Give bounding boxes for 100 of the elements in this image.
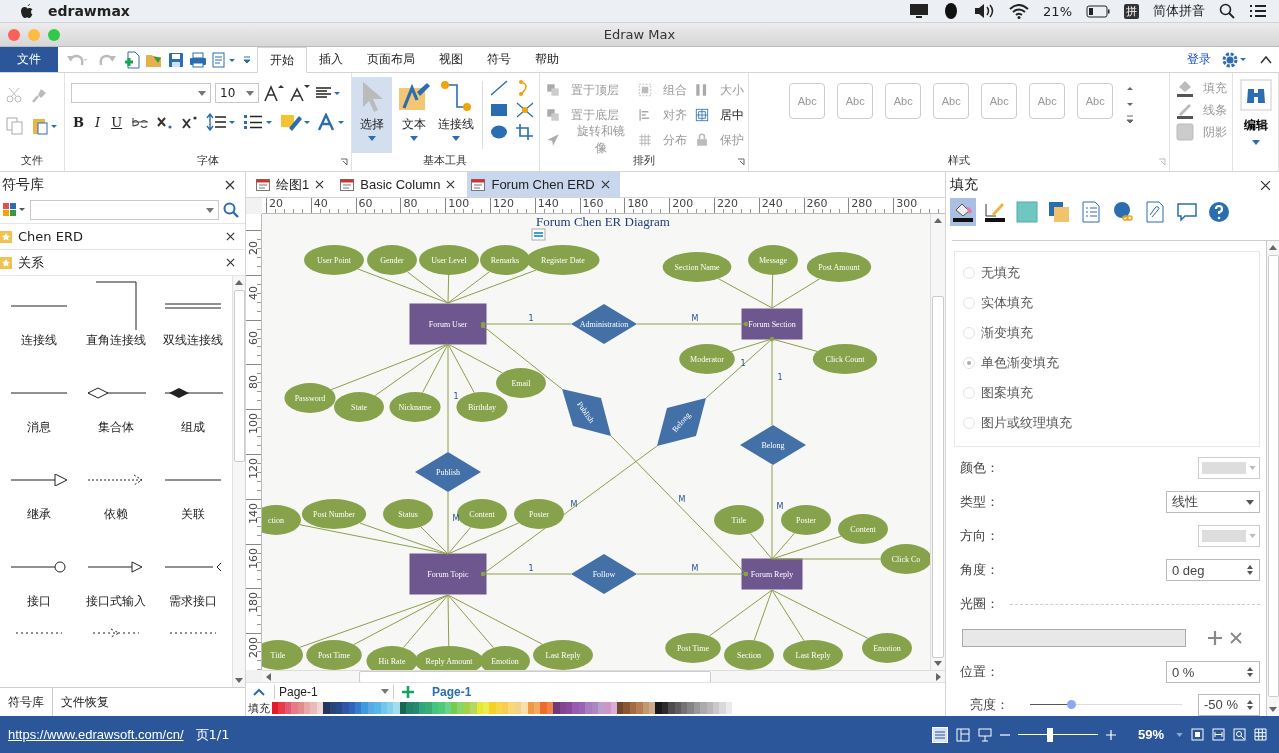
edit-button[interactable]: 编辑 (1239, 77, 1272, 171)
dropdown-value: 线性 (1172, 493, 1198, 511)
tool-label: 文本 (401, 116, 426, 133)
button-label: 居中 (720, 106, 745, 124)
relationship-shape[interactable]: Follow (571, 554, 637, 594)
field-label: 颜色： (960, 459, 1000, 477)
fill-option[interactable]: 图案填充 (963, 378, 1251, 408)
diagram-title[interactable]: Forum Chen ER Diagram (536, 214, 670, 229)
button-label: 置于底层 (570, 106, 619, 124)
fill-option[interactable]: 图片或纹理填充 (963, 408, 1251, 438)
library-shape[interactable]: 关联 (154, 454, 232, 538)
ribbon-tab[interactable]: 符号 (475, 47, 523, 72)
ribbon-tab[interactable]: 插入 (307, 47, 355, 72)
library-shape[interactable]: 消息 (0, 367, 78, 451)
ribbon-tab[interactable]: 页面布局 (355, 47, 427, 72)
arrange-button[interactable]: 居中 (693, 104, 745, 126)
fill-option[interactable]: 渐变填充 (963, 318, 1251, 348)
library-shape[interactable]: 连接线 (0, 280, 78, 364)
tab-label: Forum Chen ERD (491, 177, 595, 192)
panel-title: 填充 (950, 176, 978, 194)
library-shape[interactable]: 需求接口 (154, 541, 232, 625)
button-label: 旋转和镜像 (575, 123, 626, 157)
button-label: 线条 (1202, 101, 1227, 119)
tool-button[interactable]: 连接线 (435, 77, 476, 153)
fill-option[interactable]: 单色渐变填充 (963, 348, 1251, 378)
document-tab[interactable]: 绘图1 (252, 172, 335, 197)
cardinality-label[interactable]: 1 (453, 392, 459, 401)
library-shape[interactable]: 直角连接线 (77, 280, 155, 364)
option-label: 无填充 (981, 264, 1020, 282)
shape-label: 接口式输入 (86, 593, 146, 610)
library-shape[interactable]: 依赖 (77, 454, 155, 538)
library-shape[interactable]: 双线连接线 (154, 280, 232, 364)
field-value: 0 deg (1172, 562, 1205, 578)
font-size-value: 10 (220, 86, 236, 100)
fill-option[interactable]: 实体填充 (963, 288, 1251, 318)
input-method-icon[interactable]: 拼 (1124, 3, 1139, 19)
tool-label: 连接线 (437, 116, 474, 133)
field-value: 0 % (1172, 664, 1195, 680)
page-indicator: 页1/1 (195, 725, 230, 744)
page-tab[interactable]: Page-1 (422, 684, 482, 699)
spin-field[interactable]: 0 deg (1166, 559, 1260, 581)
ribbon-tab[interactable]: 视图 (427, 47, 475, 72)
shape-label: 消息 (26, 419, 51, 436)
ribbon-tab[interactable]: 帮助 (523, 47, 571, 72)
shape-label: 直角连接线 (86, 332, 146, 349)
app-name[interactable]: edrawmax (48, 3, 130, 19)
horizontal-ruler: 20 40 60 80 100 120 140 160 180 200 220 240 260 280 300 (262, 198, 945, 214)
field-label: 角度： (960, 561, 1000, 579)
tool-button[interactable]: 选择 (351, 77, 392, 153)
relationship-shape[interactable]: Publish (415, 452, 481, 492)
website-link[interactable]: https://www.edrawsoft.com/cn/ (8, 727, 184, 742)
document-tab[interactable]: Forum Chen ERD (467, 172, 620, 197)
cardinality-label[interactable]: M (570, 500, 578, 509)
relationship-shape[interactable]: Belong (740, 425, 806, 465)
option-label: 单色渐变填充 (981, 354, 1059, 372)
library-category[interactable]: Chen ERD (18, 229, 220, 244)
input-method[interactable]: 简体拼音 (1153, 2, 1205, 20)
entity-shape[interactable]: Forum Topic (409, 553, 487, 595)
library-category[interactable]: 关系 (18, 253, 220, 272)
cardinality-label[interactable]: M (776, 502, 784, 511)
button-label: 大小 (720, 81, 745, 99)
spin-field[interactable]: -50 % (1198, 693, 1260, 716)
zoom-level[interactable]: 59% (1137, 727, 1164, 742)
ribbon-tab[interactable]: 开始 (257, 47, 307, 73)
library-shape[interactable]: 集合体 (77, 367, 155, 451)
cardinality-label[interactable]: 1 (740, 359, 746, 368)
spin-field[interactable]: 0 % (1166, 661, 1260, 683)
font-style-button[interactable]: B (71, 114, 86, 130)
shape-label: 连接线 (20, 332, 57, 349)
library-shape[interactable]: 继承 (0, 454, 78, 538)
cardinality-label[interactable]: M (452, 514, 460, 523)
library-shape[interactable]: 接口式输入 (77, 541, 155, 625)
library-shape[interactable]: 接口 (0, 541, 78, 625)
relationship-shape[interactable]: Administration (571, 304, 637, 344)
type-dropdown[interactable]: 线性 (1166, 491, 1260, 513)
cardinality-label[interactable]: 1 (528, 314, 534, 323)
file-menu-button[interactable]: 文件 (0, 47, 58, 72)
tab-label: Basic Column (360, 177, 441, 192)
group-label: 基本工具 (423, 153, 468, 169)
shape-label: 需求接口 (169, 593, 218, 610)
cardinality-label[interactable]: M (691, 564, 699, 573)
cardinality-label[interactable]: M (678, 495, 686, 504)
page-dropdown[interactable]: Page-1 (274, 684, 394, 699)
cardinality-label[interactable]: M (691, 314, 699, 323)
entity-shape[interactable]: Forum Reply (741, 558, 803, 590)
entity-shape[interactable]: Forum Section (741, 308, 803, 340)
font-size-dropdown[interactable]: 10 (215, 83, 259, 103)
library-shape[interactable]: 组成 (154, 367, 232, 451)
font-style-button[interactable]: I (93, 114, 103, 130)
option-label: 渐变填充 (981, 324, 1033, 342)
fill-option[interactable]: 无填充 (963, 258, 1251, 288)
document-tab[interactable]: Basic Column (336, 172, 466, 197)
entity-shape[interactable]: Forum User (409, 303, 487, 345)
cardinality-label[interactable]: 1 (528, 564, 534, 573)
option-label: 图案填充 (981, 384, 1033, 402)
cardinality-label[interactable]: 1 (777, 373, 783, 382)
font-style-button[interactable]: U (109, 114, 125, 130)
tool-button[interactable]: 文本 (393, 77, 434, 153)
login-link[interactable]: 登录 (1187, 51, 1211, 68)
shape-label: 继承 (26, 506, 51, 523)
